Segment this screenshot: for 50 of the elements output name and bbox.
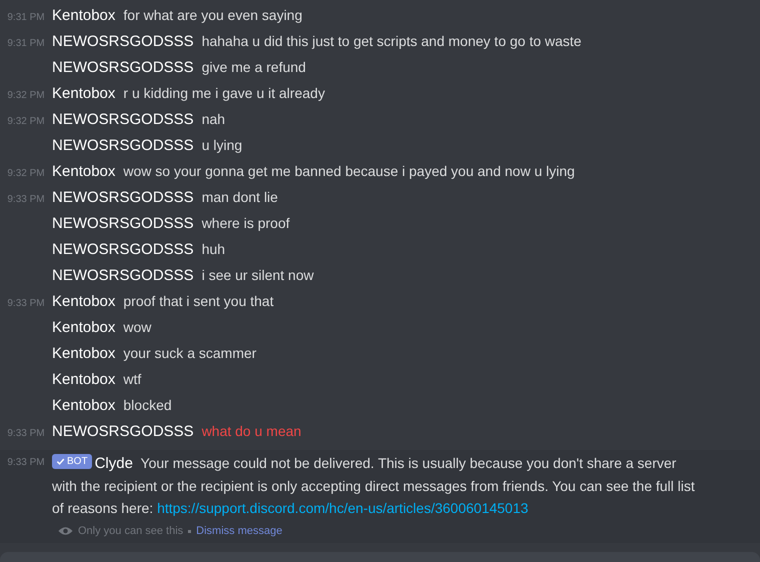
message-text: give me a refund [202,58,306,77]
timestamp: 9:31 PM [7,11,45,25]
username[interactable]: Kentobox [52,393,116,419]
message-text: wow so your gonna get me banned because i payed you and now u lying [123,162,575,181]
message-text: where is proof [202,214,290,233]
message-text: what do u mean [202,422,302,441]
username[interactable]: NEWOSRSGODSSS [52,107,194,133]
username[interactable]: NEWOSRSGODSSS [52,185,194,211]
message-text: blocked [123,396,172,415]
dismiss-link[interactable]: Dismiss message [196,525,282,537]
message-text: i see ur silent now [202,266,314,285]
message-text: huh [202,240,226,259]
username[interactable]: Kentobox [52,3,116,29]
message-text: man dont lie [202,188,278,207]
timestamp: 9:32 PM [7,115,45,129]
username[interactable]: NEWOSRSGODSSS [52,211,194,237]
message-text: wtf [123,370,142,389]
bot-badge: BOT [52,454,92,469]
checkmark-icon [56,457,65,466]
timestamp: 9:31 PM [7,37,45,51]
message-text: BOT Clyde Your message could not be delivered. This is usually because you don't share a server with the recipient or the recipient is only accepting direct messages from friends. You can see the full list of reasons here: https://support.discord.com/hc/en-us/articles/360060145013 [52,453,696,518]
username[interactable]: Kentobox [52,159,116,185]
username[interactable]: NEWOSRSGODSSS [52,263,194,289]
username[interactable]: NEWOSRSGODSSS [52,29,194,55]
notice-text: Only you can see this [78,525,184,537]
message-text: wow [123,318,152,337]
username[interactable]: NEWOSRSGODSSS [52,55,194,81]
username[interactable]: NEWOSRSGODSSS [52,419,194,445]
username[interactable]: Kentobox [52,289,116,315]
username[interactable]: Kentobox [52,367,116,393]
message-text: r u kidding me i gave u it already [123,84,325,103]
eye-icon [58,526,73,536]
username[interactable]: NEWOSRSGODSSS [52,133,194,159]
message-text: u lying [202,136,242,155]
timestamp: 9:33 PM [7,193,45,207]
message-text: for what are you even saying [123,6,302,25]
username[interactable]: Kentobox [52,315,116,341]
timestamp: 9:33 PM [7,427,45,441]
message-text: hahaha u did this just to get scripts and money to go to waste [202,32,582,51]
message-text: your suck a scammer [123,344,256,363]
username[interactable]: Kentobox [52,81,116,107]
timestamp: 9:32 PM [7,89,45,103]
timestamp: 9:32 PM [7,167,45,181]
timestamp: 9:33 PM [7,457,45,468]
message-text: proof that i sent you that [123,292,274,311]
link[interactable]: https://support.discord.com/hc/en-us/articles/360060145013 [157,500,528,516]
timestamp: 9:33 PM [7,297,45,311]
message-text: nah [202,110,226,129]
username[interactable]: Kentobox [52,341,116,367]
username[interactable]: NEWOSRSGODSSS [52,237,194,263]
